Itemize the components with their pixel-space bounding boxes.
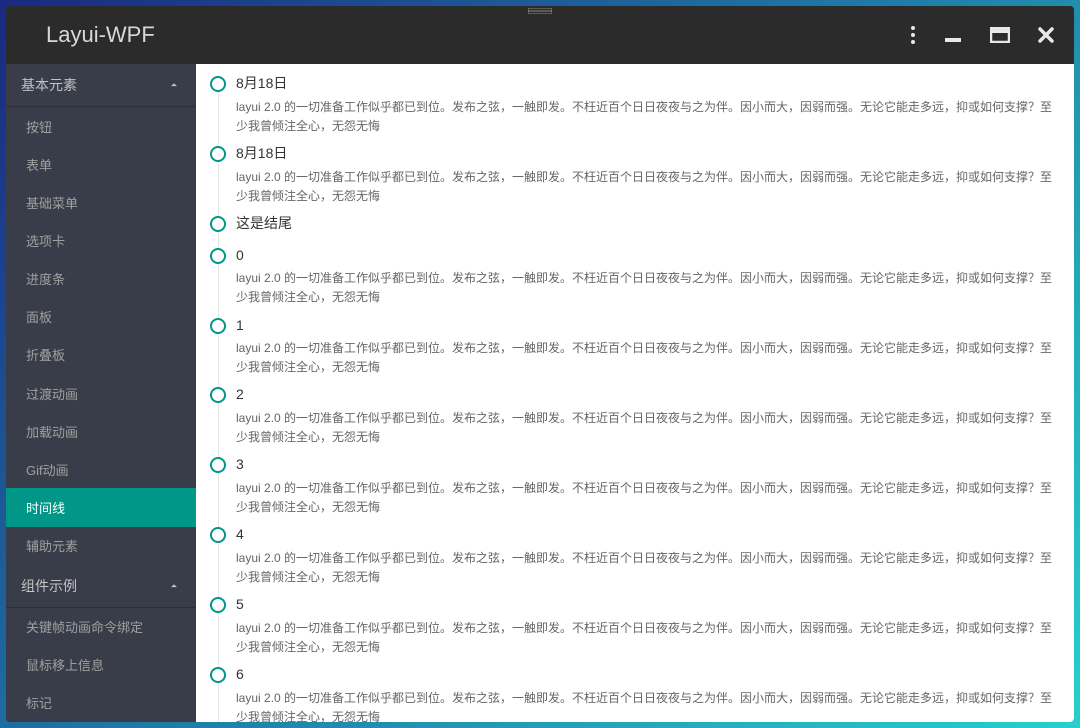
- timeline-item: 4 layui 2.0 的一切准备工作似乎都已到位。发布之弦，一触即发。不枉近百个…: [210, 525, 1056, 595]
- timeline-marker-icon: [210, 597, 226, 613]
- timeline-item: 8月18日 layui 2.0 的一切准备工作似乎都已到位。发布之弦，一触即发。不…: [210, 74, 1056, 144]
- sidebar-section-header[interactable]: 基本元素: [6, 64, 196, 107]
- sidebar-item[interactable]: 按钮: [6, 107, 196, 145]
- timeline-title: 这是结尾: [236, 214, 1056, 234]
- sidebar-item[interactable]: 鼠标移上信息: [6, 646, 196, 684]
- sidebar-item[interactable]: 表单: [6, 145, 196, 183]
- timeline-title: 4: [236, 525, 1056, 545]
- timeline-title: 3: [236, 455, 1056, 475]
- timeline-desc: layui 2.0 的一切准备工作似乎都已到位。发布之弦，一触即发。不枉近百个日…: [236, 339, 1056, 377]
- timeline-marker-icon: [210, 146, 226, 162]
- timeline-marker-icon: [210, 457, 226, 473]
- sidebar-item[interactable]: 折叠板: [6, 336, 196, 374]
- timeline-item: 5 layui 2.0 的一切准备工作似乎都已到位。发布之弦，一触即发。不枉近百个…: [210, 595, 1056, 665]
- timeline-marker-icon: [210, 667, 226, 683]
- timeline-title: 2: [236, 385, 1056, 405]
- timeline-item: 2 layui 2.0 的一切准备工作似乎都已到位。发布之弦，一触即发。不枉近百个…: [210, 385, 1056, 455]
- sidebar-item[interactable]: 关键帧动画命令绑定: [6, 608, 196, 646]
- sidebar-item[interactable]: 标记: [6, 684, 196, 722]
- app-window: Layui-WPF 基本元素按钮表单基础菜单选项卡进度条面板折叠板过渡动画加载动…: [6, 6, 1074, 722]
- timeline-marker-icon: [210, 527, 226, 543]
- sidebar-item[interactable]: 加载动画: [6, 412, 196, 450]
- titlebar[interactable]: Layui-WPF: [6, 6, 1074, 64]
- drag-grip-icon: [525, 6, 555, 16]
- content-panel[interactable]: 8月18日 layui 2.0 的一切准备工作似乎都已到位。发布之弦，一触即发。不…: [196, 64, 1074, 722]
- chevron-up-icon: [167, 78, 181, 92]
- timeline-title: 8月18日: [236, 74, 1056, 94]
- timeline-marker-icon: [210, 318, 226, 334]
- body-area: 基本元素按钮表单基础菜单选项卡进度条面板折叠板过渡动画加载动画Gif动画时间线辅…: [6, 64, 1074, 722]
- chevron-up-icon: [167, 579, 181, 593]
- sidebar-section-header[interactable]: 组件示例: [6, 565, 196, 608]
- timeline-marker-icon: [210, 76, 226, 92]
- maximize-button[interactable]: [990, 27, 1010, 43]
- timeline-item: 0 layui 2.0 的一切准备工作似乎都已到位。发布之弦，一触即发。不枉近百个…: [210, 246, 1056, 316]
- timeline-item: 8月18日 layui 2.0 的一切准备工作似乎都已到位。发布之弦，一触即发。不…: [210, 144, 1056, 214]
- sidebar-item[interactable]: 面板: [6, 298, 196, 336]
- timeline-title: 1: [236, 316, 1056, 336]
- sidebar: 基本元素按钮表单基础菜单选项卡进度条面板折叠板过渡动画加载动画Gif动画时间线辅…: [6, 64, 196, 722]
- sidebar-section-label: 基本元素: [21, 75, 77, 95]
- timeline-desc: layui 2.0 的一切准备工作似乎都已到位。发布之弦，一触即发。不枉近百个日…: [236, 269, 1056, 307]
- more-button[interactable]: [910, 25, 916, 45]
- sidebar-section-label: 组件示例: [21, 576, 77, 596]
- sidebar-item[interactable]: 进度条: [6, 260, 196, 298]
- app-title: Layui-WPF: [46, 22, 155, 48]
- timeline-title: 8月18日: [236, 144, 1056, 164]
- timeline-title: 0: [236, 246, 1056, 266]
- timeline-desc: layui 2.0 的一切准备工作似乎都已到位。发布之弦，一触即发。不枉近百个日…: [236, 168, 1056, 206]
- sidebar-item[interactable]: 时间线: [6, 488, 196, 526]
- sidebar-item[interactable]: 辅助元素: [6, 527, 196, 565]
- timeline-item: 1 layui 2.0 的一切准备工作似乎都已到位。发布之弦，一触即发。不枉近百个…: [210, 316, 1056, 386]
- timeline-desc: layui 2.0 的一切准备工作似乎都已到位。发布之弦，一触即发。不枉近百个日…: [236, 689, 1056, 722]
- timeline-marker-icon: [210, 216, 226, 232]
- timeline-desc: layui 2.0 的一切准备工作似乎都已到位。发布之弦，一触即发。不枉近百个日…: [236, 619, 1056, 657]
- timeline-item: 6 layui 2.0 的一切准备工作似乎都已到位。发布之弦，一触即发。不枉近百个…: [210, 665, 1056, 722]
- sidebar-item[interactable]: Gif动画: [6, 450, 196, 488]
- timeline-marker-icon: [210, 248, 226, 264]
- sidebar-item[interactable]: 基础菜单: [6, 183, 196, 221]
- timeline-title: 5: [236, 595, 1056, 615]
- window-controls: [910, 25, 1054, 45]
- timeline-desc: layui 2.0 的一切准备工作似乎都已到位。发布之弦，一触即发。不枉近百个日…: [236, 549, 1056, 587]
- sidebar-item[interactable]: 过渡动画: [6, 374, 196, 412]
- timeline-item: 这是结尾: [210, 214, 1056, 246]
- timeline-desc: layui 2.0 的一切准备工作似乎都已到位。发布之弦，一触即发。不枉近百个日…: [236, 98, 1056, 136]
- sidebar-item[interactable]: 选项卡: [6, 221, 196, 259]
- minimize-button[interactable]: [944, 26, 962, 44]
- timeline-title: 6: [236, 665, 1056, 685]
- timeline-marker-icon: [210, 387, 226, 403]
- timeline-item: 3 layui 2.0 的一切准备工作似乎都已到位。发布之弦，一触即发。不枉近百个…: [210, 455, 1056, 525]
- timeline-desc: layui 2.0 的一切准备工作似乎都已到位。发布之弦，一触即发。不枉近百个日…: [236, 409, 1056, 447]
- close-button[interactable]: [1038, 27, 1054, 43]
- timeline-desc: layui 2.0 的一切准备工作似乎都已到位。发布之弦，一触即发。不枉近百个日…: [236, 479, 1056, 517]
